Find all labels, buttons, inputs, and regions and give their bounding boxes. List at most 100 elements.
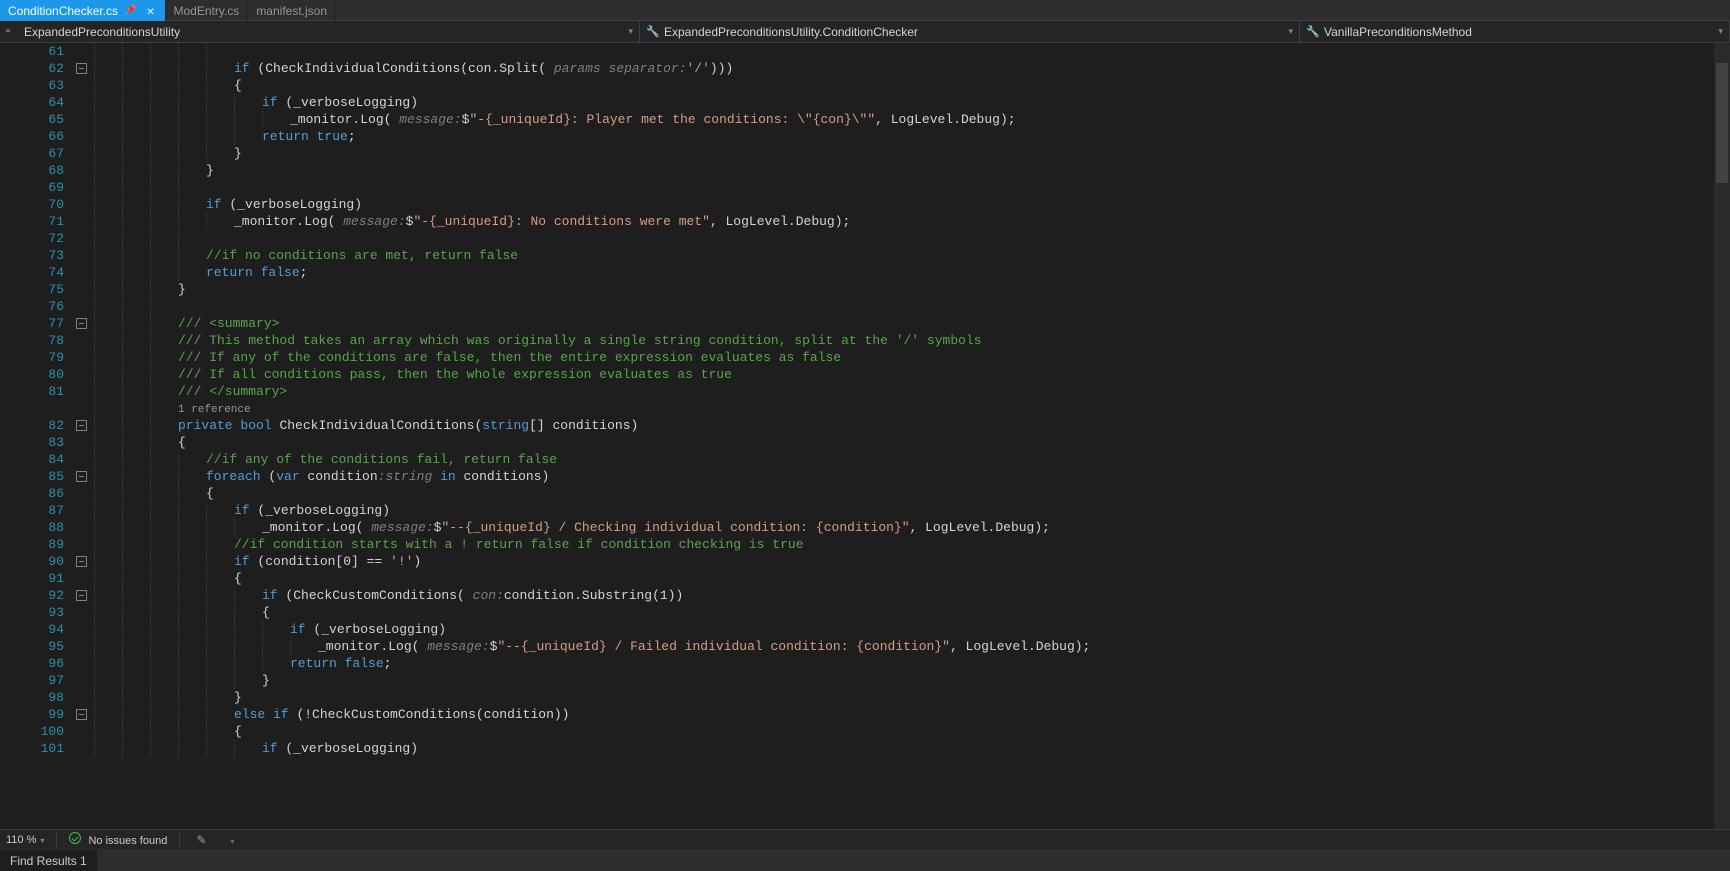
code-line: } [90, 145, 1730, 162]
fold-toggle[interactable] [76, 590, 87, 601]
code-line: //if no conditions are met, return false [90, 247, 1730, 264]
line-number: 100 [0, 723, 64, 740]
code-line: if (CheckCustomConditions( con:condition… [90, 587, 1730, 604]
close-icon[interactable] [145, 4, 157, 18]
code-line: { [90, 485, 1730, 502]
line-number: 99 [0, 706, 64, 723]
code-area[interactable]: if (CheckIndividualConditions(con.Split(… [90, 43, 1730, 763]
issues-text: No issues found [88, 835, 167, 847]
line-number: 97 [0, 672, 64, 689]
tab-label: ModEntry.cs [174, 4, 240, 18]
line-number: 61 [0, 43, 64, 60]
breadcrumb-text: ExpandedPreconditionsUtility.ConditionCh… [664, 25, 918, 39]
code-line: { [90, 604, 1730, 621]
breadcrumb-method[interactable]: 🔧 VanillaPreconditionsMethod [1300, 21, 1730, 42]
vertical-scrollbar[interactable] [1714, 43, 1730, 829]
code-line: /// </summary> [90, 383, 1730, 400]
code-line: return false; [90, 655, 1730, 672]
fold-gutter [74, 43, 90, 763]
line-number: 63 [0, 77, 64, 94]
line-number: 73 [0, 247, 64, 264]
line-number: 79 [0, 349, 64, 366]
tab-bar: ConditionChecker.cs 📌 ModEntry.cs manife… [0, 0, 1730, 21]
issues-indicator[interactable]: No issues found [69, 832, 167, 847]
line-number: 80 [0, 366, 64, 383]
file-tab-manifest[interactable]: manifest.json [248, 0, 336, 21]
code-line: if (_verboseLogging) [90, 740, 1730, 757]
code-line: _monitor.Log( message:$"-{_uniqueId}: No… [90, 213, 1730, 230]
breadcrumb-class[interactable]: 🔧 ExpandedPreconditionsUtility.Condition… [640, 21, 1300, 42]
line-number: 66 [0, 128, 64, 145]
code-line [90, 298, 1730, 315]
code-line: if (condition[0] == '!') [90, 553, 1730, 570]
fold-toggle[interactable] [76, 471, 87, 482]
code-line: } [90, 162, 1730, 179]
code-line: private bool CheckIndividualConditions(s… [90, 417, 1730, 434]
zoom-level[interactable]: 110 % [6, 834, 44, 846]
file-tab-conditionchecker[interactable]: ConditionChecker.cs 📌 [0, 0, 166, 21]
line-number: 91 [0, 570, 64, 587]
code-line: { [90, 77, 1730, 94]
line-number: 82 [0, 417, 64, 434]
line-number: 88 [0, 519, 64, 536]
code-line: //if condition starts with a ! return fa… [90, 536, 1730, 553]
scrollbar-thumb[interactable] [1716, 63, 1728, 183]
line-number: 87 [0, 502, 64, 519]
code-line: _monitor.Log( message:$"--{_uniqueId} / … [90, 638, 1730, 655]
code-line [90, 179, 1730, 196]
code-line: } [90, 672, 1730, 689]
line-number: 94 [0, 621, 64, 638]
code-line: _monitor.Log( message:$"--{_uniqueId} / … [90, 519, 1730, 536]
code-line: if (_verboseLogging) [90, 621, 1730, 638]
line-number: 96 [0, 655, 64, 672]
editor-status-bar: 110 % No issues found ✎ [0, 829, 1730, 849]
line-number: 84 [0, 451, 64, 468]
line-number: 69 [0, 179, 64, 196]
method-icon: 🔧 [1306, 25, 1320, 39]
fold-toggle[interactable] [76, 63, 87, 74]
code-editor[interactable]: 6162636465666768697071727374757677787980… [0, 43, 1730, 763]
line-number [0, 400, 64, 417]
code-line: } [90, 689, 1730, 706]
find-results-tab[interactable]: Find Results 1 [0, 850, 97, 871]
line-number: 74 [0, 264, 64, 281]
code-line: { [90, 570, 1730, 587]
line-number: 72 [0, 230, 64, 247]
line-number: 67 [0, 145, 64, 162]
tab-label: manifest.json [256, 4, 327, 18]
pin-icon[interactable]: 📌 [124, 5, 136, 16]
ok-icon [69, 832, 81, 844]
fold-toggle[interactable] [76, 556, 87, 567]
line-number: 95 [0, 638, 64, 655]
code-line: { [90, 723, 1730, 740]
namespace-icon: ▫ [6, 25, 20, 39]
code-line: if (_verboseLogging) [90, 196, 1730, 213]
breadcrumb-namespace[interactable]: ▫ ExpandedPreconditionsUtility [0, 21, 640, 42]
file-tab-modentry[interactable]: ModEntry.cs [166, 0, 249, 21]
code-line: return true; [90, 128, 1730, 145]
breadcrumb-bar: ▫ ExpandedPreconditionsUtility 🔧 Expande… [0, 21, 1730, 43]
brush-icon[interactable]: ✎ [192, 833, 210, 847]
code-line [90, 230, 1730, 247]
line-number-gutter: 6162636465666768697071727374757677787980… [0, 43, 74, 763]
code-line: if (_verboseLogging) [90, 94, 1730, 111]
brush-dropdown[interactable] [222, 833, 238, 847]
codelens[interactable]: 1 reference [90, 400, 1730, 417]
divider [56, 833, 57, 847]
line-number: 70 [0, 196, 64, 213]
fold-toggle[interactable] [76, 420, 87, 431]
line-number: 78 [0, 332, 64, 349]
line-number: 75 [0, 281, 64, 298]
fold-toggle[interactable] [76, 318, 87, 329]
line-number: 93 [0, 604, 64, 621]
code-line: //if any of the conditions fail, return … [90, 451, 1730, 468]
fold-toggle[interactable] [76, 709, 87, 720]
code-line: _monitor.Log( message:$"-{_uniqueId}: Pl… [90, 111, 1730, 128]
class-icon: 🔧 [646, 25, 660, 39]
line-number: 62 [0, 60, 64, 77]
bottom-tool-tabs: Find Results 1 [0, 849, 1730, 871]
line-number: 89 [0, 536, 64, 553]
breadcrumb-text: ExpandedPreconditionsUtility [24, 25, 180, 39]
code-line: /// If all conditions pass, then the who… [90, 366, 1730, 383]
code-line: if (_verboseLogging) [90, 502, 1730, 519]
